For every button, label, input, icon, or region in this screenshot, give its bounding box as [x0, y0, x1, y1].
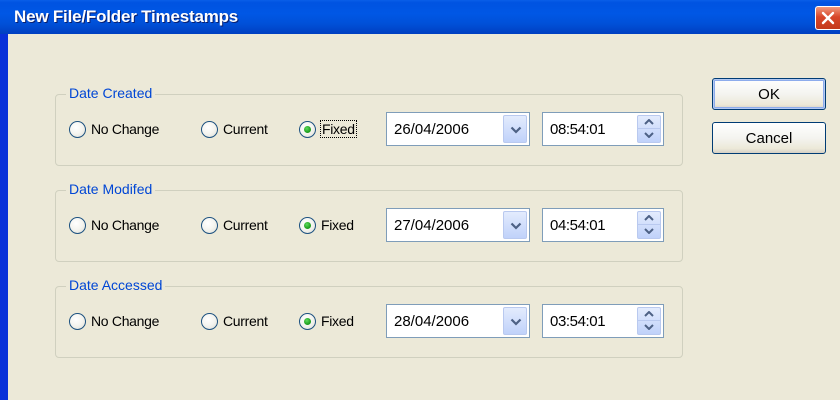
ok-button[interactable]: OK	[712, 78, 826, 110]
radio-label: Fixed	[321, 313, 354, 329]
group-date-created: Date Created No Change Current Fixed 26/…	[55, 85, 683, 166]
radio-fixed-created[interactable]: Fixed	[299, 119, 357, 139]
date-dropdown-button[interactable]	[503, 307, 527, 335]
radio-fixed-accessed[interactable]: Fixed	[299, 311, 354, 331]
date-dropdown-button[interactable]	[503, 211, 527, 239]
arrow-down-icon	[644, 132, 654, 138]
group-legend-date-accessed: Date Accessed	[66, 277, 166, 293]
title-bar[interactable]: New File/Folder Timestamps	[0, 0, 840, 34]
arrow-down-icon	[644, 228, 654, 234]
spin-up-button[interactable]	[638, 116, 660, 129]
chevron-down-icon	[510, 126, 522, 134]
date-picker-created[interactable]: 26/04/2006	[386, 112, 530, 146]
arrow-up-icon	[644, 311, 654, 317]
radio-button[interactable]	[201, 120, 218, 138]
spin-down-button[interactable]	[638, 129, 660, 142]
time-picker-accessed[interactable]: 03:54:01	[542, 304, 664, 338]
radio-no-change-created[interactable]: No Change	[69, 119, 159, 139]
radio-button[interactable]	[201, 216, 218, 234]
date-picker-modified[interactable]: 27/04/2006	[386, 208, 530, 242]
group-date-modified: Date Modifed No Change Current Fixed 27/…	[55, 181, 683, 262]
radio-label: No Change	[91, 313, 160, 329]
radio-current-modified[interactable]: Current	[201, 215, 268, 235]
radio-button[interactable]	[69, 216, 86, 234]
radio-label: Current	[223, 313, 268, 329]
cancel-button[interactable]: Cancel	[712, 122, 826, 154]
time-spinner[interactable]	[637, 307, 661, 335]
radio-button[interactable]	[69, 312, 86, 330]
radio-label: No Change	[91, 121, 160, 137]
time-spinner[interactable]	[637, 115, 661, 143]
radio-button-selected[interactable]	[299, 312, 316, 330]
chevron-down-icon	[510, 222, 522, 230]
radio-label: Current	[223, 121, 268, 137]
radio-current-created[interactable]: Current	[201, 119, 268, 139]
radio-no-change-modified[interactable]: No Change	[69, 215, 159, 235]
date-value: 26/04/2006	[394, 121, 470, 138]
arrow-down-icon	[644, 324, 654, 330]
spin-up-button[interactable]	[638, 308, 660, 321]
dialog-body: Date Created No Change Current Fixed 26/…	[8, 34, 840, 400]
time-spinner[interactable]	[637, 211, 661, 239]
spin-down-button[interactable]	[638, 225, 660, 238]
dialog-window: New File/Folder Timestamps Date Created …	[0, 0, 840, 400]
radio-label: No Change	[91, 217, 160, 233]
arrow-up-icon	[644, 215, 654, 221]
date-value: 27/04/2006	[394, 217, 470, 234]
radio-current-accessed[interactable]: Current	[201, 311, 268, 331]
time-value: 03:54:01	[550, 313, 606, 330]
radio-button-selected[interactable]	[299, 216, 316, 234]
date-dropdown-button[interactable]	[503, 115, 527, 143]
date-value: 28/04/2006	[394, 313, 470, 330]
group-legend-date-created: Date Created	[66, 85, 156, 101]
radio-button-selected[interactable]	[299, 120, 316, 138]
arrow-up-icon	[644, 119, 654, 125]
close-icon	[821, 11, 835, 25]
radio-no-change-accessed[interactable]: No Change	[69, 311, 159, 331]
time-picker-created[interactable]: 08:54:01	[542, 112, 664, 146]
close-button[interactable]	[815, 6, 840, 30]
radio-fixed-modified[interactable]: Fixed	[299, 215, 354, 235]
group-date-accessed: Date Accessed No Change Current Fixed 28…	[55, 277, 683, 358]
radio-label: Fixed	[321, 217, 354, 233]
time-picker-modified[interactable]: 04:54:01	[542, 208, 664, 242]
radio-button[interactable]	[69, 120, 86, 138]
radio-label: Fixed	[320, 120, 357, 138]
chevron-down-icon	[510, 318, 522, 326]
time-value: 08:54:01	[550, 121, 606, 138]
spin-up-button[interactable]	[638, 212, 660, 225]
radio-label: Current	[223, 217, 268, 233]
spin-down-button[interactable]	[638, 321, 660, 334]
date-picker-accessed[interactable]: 28/04/2006	[386, 304, 530, 338]
window-title: New File/Folder Timestamps	[14, 7, 239, 26]
group-legend-date-modified: Date Modifed	[66, 181, 156, 197]
radio-button[interactable]	[201, 312, 218, 330]
time-value: 04:54:01	[550, 217, 606, 234]
